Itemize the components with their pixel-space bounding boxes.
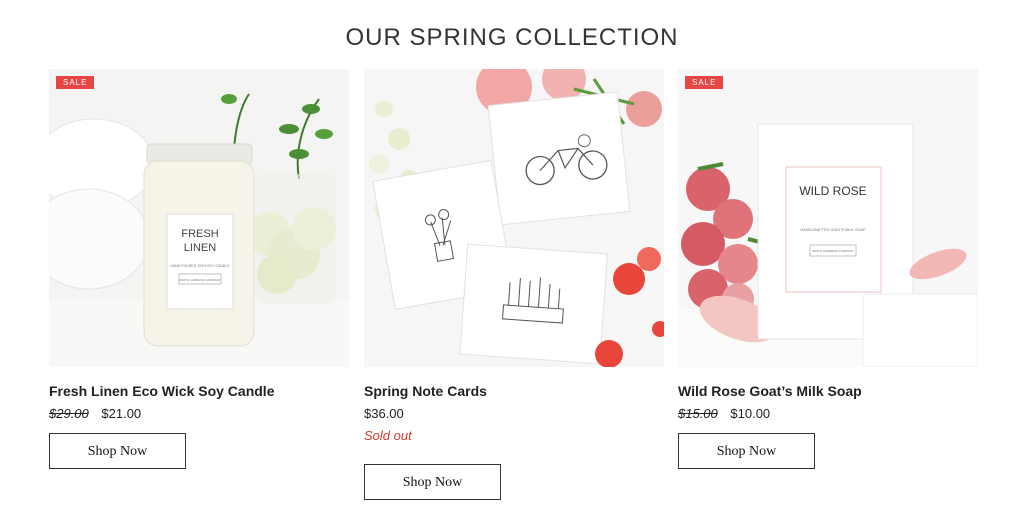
product-price: $29.00 $21.00 [49, 406, 349, 421]
original-price: $15.00 [678, 406, 718, 421]
product-card-note-cards: Spring Note Cards $36.00 Sold out Shop N… [364, 69, 664, 500]
regular-price: $36.00 [364, 406, 404, 421]
original-price: $29.00 [49, 406, 89, 421]
candle-photo: FRESH LINEN HAND POURED 100% SOY CANDLE … [49, 69, 349, 367]
candle-label-brand: WHITE GARDENIA COMPANY [179, 278, 221, 282]
candle-label-sub: HAND POURED 100% SOY CANDLE [170, 264, 230, 268]
shop-now-button[interactable]: Shop Now [49, 433, 186, 469]
product-name[interactable]: Spring Note Cards [364, 383, 664, 399]
product-price: $15.00 $10.00 [678, 406, 978, 421]
shop-now-button[interactable]: Shop Now [678, 433, 815, 469]
soap-label-sub: HANDCRAFTED GOAT'S MILK SOAP [801, 228, 866, 232]
product-name[interactable]: Fresh Linen Eco Wick Soy Candle [49, 383, 349, 399]
product-card-soap: WILD ROSE HANDCRAFTED GOAT'S MILK SOAP W… [678, 69, 978, 469]
shop-now-button[interactable]: Shop Now [364, 464, 501, 500]
product-name[interactable]: Wild Rose Goat’s Milk Soap [678, 383, 978, 399]
soap-label-title: WILD ROSE [799, 184, 866, 198]
sale-price: $21.00 [101, 406, 142, 421]
section-title: OUR SPRING COLLECTION [345, 24, 679, 51]
sale-badge: SALE [685, 76, 724, 89]
product-image-candle[interactable]: FRESH LINEN HAND POURED 100% SOY CANDLE … [49, 69, 349, 367]
soap-label-brand: WHITE GARDENIA COMPANY [812, 249, 854, 253]
candle-label-line2: LINEN [184, 242, 216, 254]
candle-label-line1: FRESH [181, 228, 218, 240]
sale-price: $10.00 [730, 406, 771, 421]
sale-badge: SALE [56, 76, 95, 89]
product-card-candle: FRESH LINEN HAND POURED 100% SOY CANDLE … [49, 69, 349, 469]
soap-photo: WILD ROSE HANDCRAFTED GOAT'S MILK SOAP W… [678, 69, 978, 367]
note-cards-photo [364, 69, 664, 367]
sold-out-status: Sold out [364, 428, 412, 443]
product-price: $36.00 [364, 406, 664, 421]
product-image-soap[interactable]: WILD ROSE HANDCRAFTED GOAT'S MILK SOAP W… [678, 69, 978, 367]
product-image-note-cards[interactable] [364, 69, 664, 367]
